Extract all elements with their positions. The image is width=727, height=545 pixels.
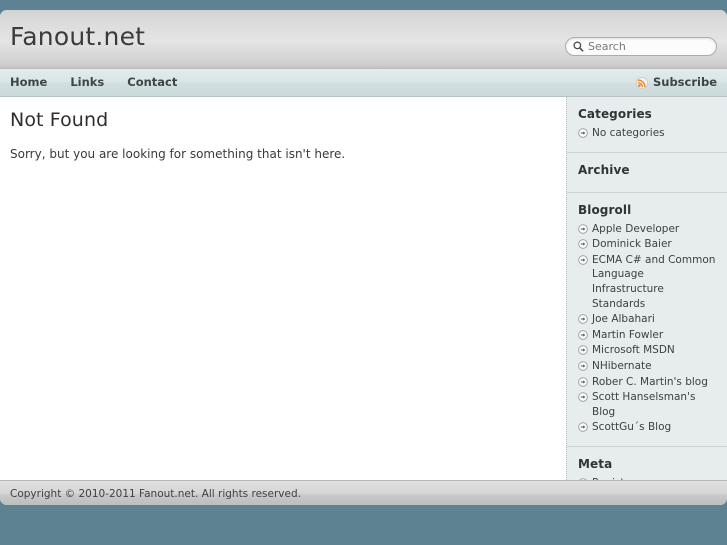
blogroll-link[interactable]: Dominick Baier — [592, 238, 672, 250]
widget-title-blogroll: Blogroll — [578, 202, 632, 217]
arrow-circle-icon — [578, 345, 588, 356]
list-item[interactable]: Scott Hanselsman's Blog — [578, 390, 717, 419]
list-item[interactable]: ECMA C# and Common Language Infrastructu… — [578, 253, 717, 311]
list-item[interactable]: Dominick Baier — [578, 237, 717, 252]
search-icon — [573, 41, 584, 52]
categories-empty-label: No categories — [592, 127, 665, 139]
nav-item-links[interactable]: Links — [70, 69, 127, 96]
nav-item-contact[interactable]: Contact — [127, 69, 200, 96]
site-title-link[interactable]: Fanout.net — [10, 22, 145, 51]
widget-categories: Categories No categories — [567, 97, 727, 153]
blogroll-list: Apple Developer Dominick Baier ECMA C# a… — [578, 222, 717, 435]
categories-list: No categories — [578, 126, 717, 141]
list-item[interactable]: Microsoft MSDN — [578, 343, 717, 358]
nav-item-home[interactable]: Home — [10, 69, 70, 96]
blogroll-link[interactable]: Microsoft MSDN — [592, 344, 675, 356]
blogroll-link[interactable]: Martin Fowler — [592, 329, 663, 341]
nav-menu: Home Links Contact — [10, 69, 200, 96]
blogroll-link[interactable]: Joe Albahari — [592, 313, 655, 325]
arrow-circle-icon — [578, 255, 588, 265]
nav-link-home[interactable]: Home — [10, 69, 61, 96]
site-container: Fanout.net Home Links Contact — [0, 10, 727, 505]
blogroll-link[interactable]: Scott Hanselsman's Blog — [592, 391, 695, 418]
arrow-circle-icon — [578, 330, 588, 340]
primary-content: Not Found Sorry, but you are looking for… — [0, 97, 566, 480]
subscribe-link[interactable]: Subscribe — [636, 69, 717, 96]
nav-link-contact[interactable]: Contact — [127, 69, 191, 96]
search-input[interactable] — [586, 39, 708, 54]
widget-archive: Archive — [567, 153, 727, 193]
blogroll-link[interactable]: ECMA C# and Common Language Infrastructu… — [592, 254, 715, 310]
blogroll-link[interactable]: Apple Developer — [592, 223, 679, 235]
blogroll-link[interactable]: NHibernate — [592, 360, 652, 372]
list-item[interactable]: ScottGu´s Blog — [578, 420, 717, 435]
sidebar: Categories No categories Archive Blogrol… — [566, 97, 727, 480]
site-footer: Copyright © 2010-2011 Fanout.net. All ri… — [0, 480, 727, 505]
list-item[interactable]: NHibernate — [578, 359, 717, 374]
main-region: Not Found Sorry, but you are looking for… — [0, 97, 727, 480]
arrow-circle-icon — [578, 361, 588, 371]
widget-title-meta: Meta — [578, 456, 613, 471]
nav-link-links[interactable]: Links — [70, 69, 118, 96]
list-item[interactable]: Joe Albahari — [578, 312, 717, 327]
not-found-message: Sorry, but you are looking for something… — [10, 147, 346, 161]
search-form[interactable] — [565, 37, 717, 56]
subscribe-label: Subscribe — [652, 75, 717, 89]
arrow-circle-icon — [578, 314, 588, 324]
list-item: No categories — [578, 126, 717, 141]
site-masthead: Fanout.net — [0, 10, 727, 69]
rss-icon — [636, 76, 648, 89]
widget-blogroll: Blogroll Apple Developer Dominick Baier … — [567, 193, 727, 447]
arrow-circle-icon — [578, 376, 588, 387]
widget-meta: Meta Register — [567, 447, 727, 480]
arrow-circle-icon — [578, 223, 588, 234]
arrow-circle-icon — [578, 422, 588, 433]
list-item[interactable]: Apple Developer — [578, 222, 717, 237]
primary-navigation: Home Links Contact Subscribe — [0, 69, 727, 97]
copyright-text: Copyright © 2010-2011 Fanout.net. All ri… — [10, 488, 301, 500]
widget-title-categories: Categories — [578, 107, 652, 121]
arrow-circle-icon — [578, 239, 588, 249]
widget-title-archive: Archive — [578, 162, 630, 177]
blogroll-link[interactable]: Rober C. Martin's blog — [592, 376, 708, 388]
blogroll-link[interactable]: ScottGu´s Blog — [592, 421, 671, 433]
page-wrapper: Fanout.net Home Links Contact — [0, 10, 727, 505]
list-item[interactable]: Martin Fowler — [578, 328, 717, 343]
list-item[interactable]: Rober C. Martin's blog — [578, 375, 717, 390]
arrow-circle-icon — [578, 392, 588, 402]
page-title: Not Found — [10, 109, 109, 131]
arrow-circle-icon — [578, 128, 588, 138]
site-title: Fanout.net — [10, 22, 145, 51]
